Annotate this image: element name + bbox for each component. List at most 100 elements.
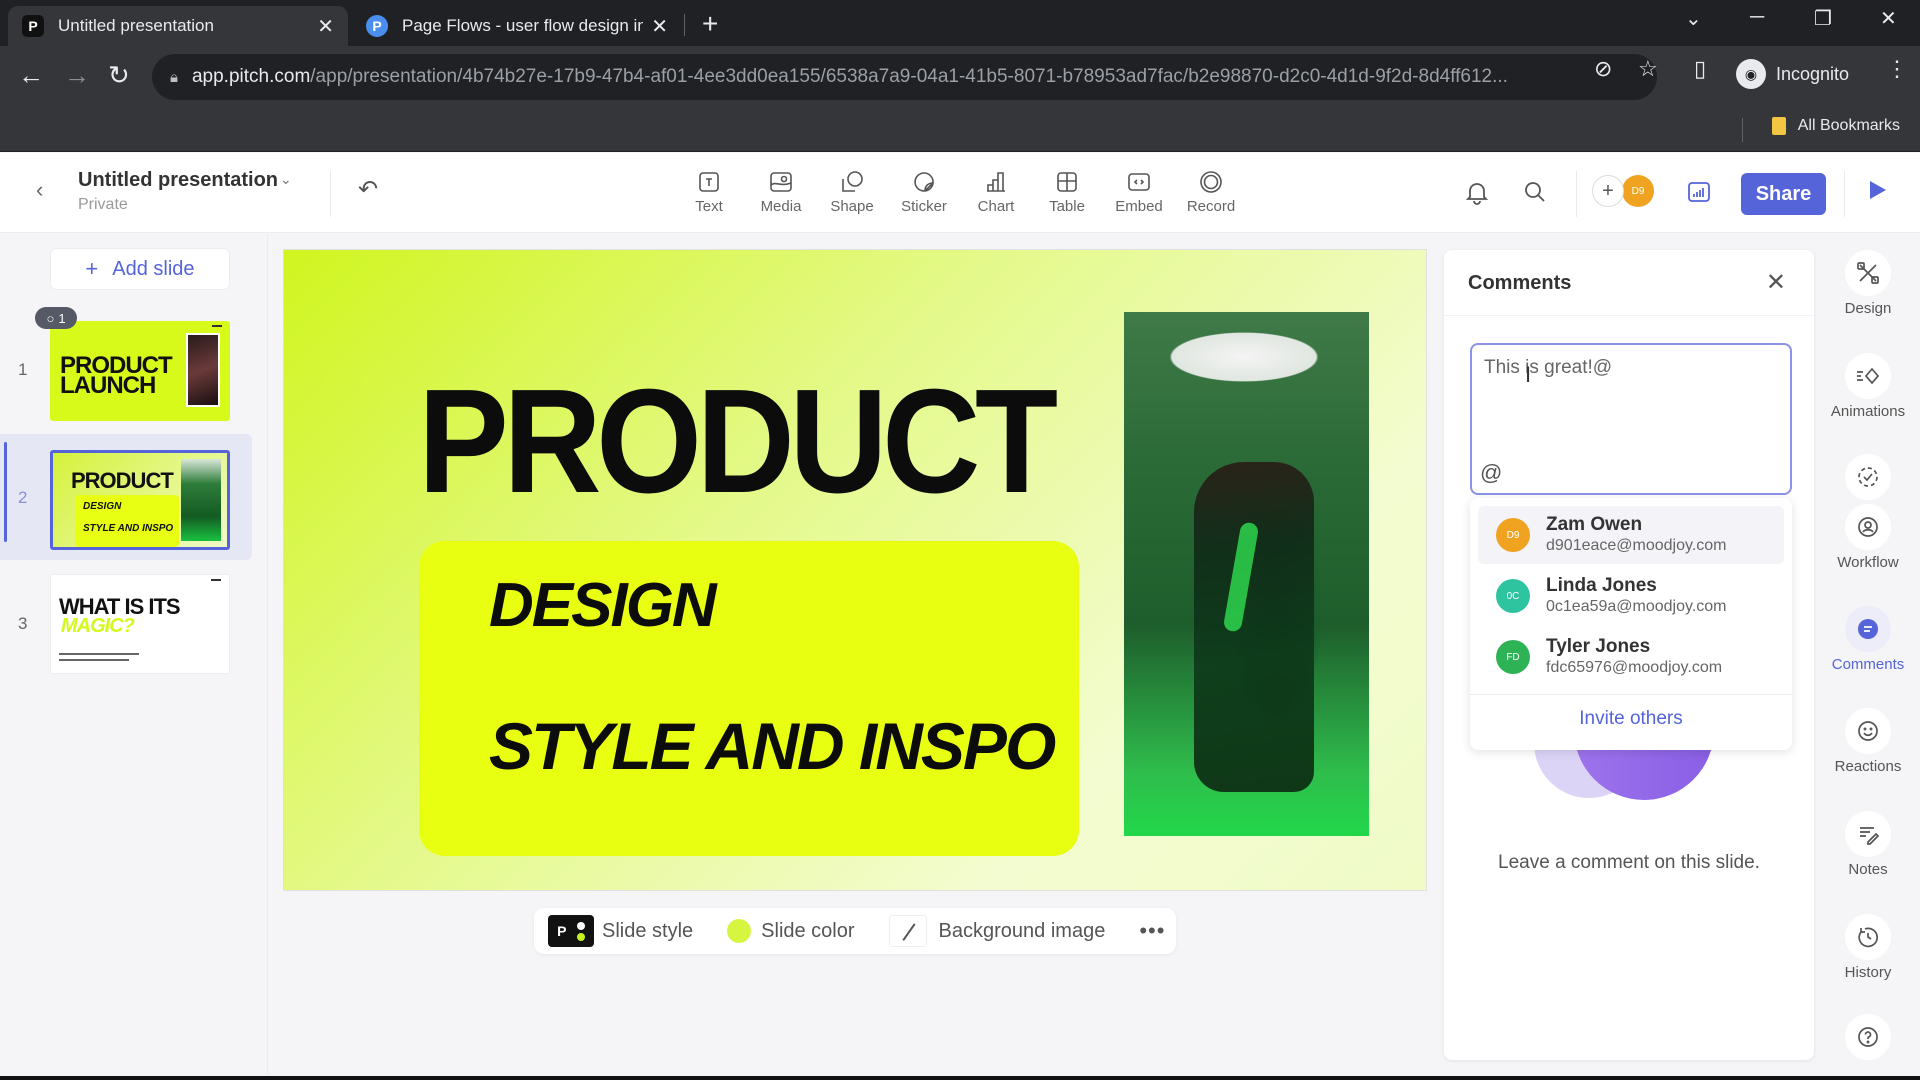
tab-search-chevron-icon[interactable]: ⌄ [1685, 6, 1702, 31]
side-panel-icon[interactable]: ▯ [1694, 56, 1706, 82]
text-tool-button[interactable]: Text [674, 169, 744, 215]
mention-option[interactable]: FD Tyler Jones fdc65976@moodjoy.com [1478, 628, 1784, 686]
close-tab-icon[interactable]: ✕ [651, 14, 668, 39]
right-rail: Design Animations Workflow Comments Reac… [1816, 234, 1920, 1080]
slide-text-design[interactable]: DESIGN [489, 570, 717, 641]
browser-tab-active[interactable]: P Untitled presentation ✕ [8, 6, 348, 46]
slide-style-label: Slide style [602, 919, 694, 942]
rail-design[interactable]: Design [1816, 250, 1920, 317]
rail-history[interactable]: History [1816, 914, 1920, 981]
url-field[interactable]: 🔒︎ app.pitch.com/app/presentation/4b74b2… [152, 54, 1657, 100]
rail-workflow[interactable]: Workflow [1816, 504, 1920, 571]
slide-comment-badge[interactable]: ○ 1 [35, 307, 77, 329]
toolbar-divider [1844, 171, 1845, 217]
help-button[interactable] [1816, 1014, 1920, 1064]
rail-label: Animations [1830, 403, 1906, 420]
table-tool-button[interactable]: Table [1032, 169, 1102, 215]
animations-icon [1857, 367, 1880, 385]
analytics-icon [1688, 182, 1710, 202]
tracking-protection-icon[interactable]: ⊘ [1594, 56, 1612, 82]
thumb-mark [212, 325, 222, 327]
slide-thumbnail-1[interactable]: PRODUCT LAUNCH [50, 321, 230, 421]
present-play-icon[interactable] [1870, 181, 1886, 199]
incognito-profile[interactable]: ◉ Incognito [1736, 54, 1849, 94]
slide-thumbnail-3[interactable]: WHAT IS ITS MAGIC? [50, 574, 230, 674]
search-icon [1525, 182, 1545, 202]
slide-style-button[interactable]: P Slide style [548, 915, 693, 947]
reload-icon[interactable]: ↻ [108, 60, 130, 91]
add-collaborator-button[interactable]: + [1592, 175, 1624, 207]
collaborator-avatar[interactable]: D9 [1622, 175, 1654, 207]
browser-menu-icon[interactable]: ⋮ [1886, 56, 1908, 82]
tool-label: Media [760, 198, 802, 215]
thumb-line: DESIGN [83, 501, 122, 512]
slide-canvas[interactable]: PRODUCT DESIGN STYLE AND INSPO [283, 249, 1427, 891]
search-button[interactable] [1522, 179, 1548, 210]
avatar: 0C [1496, 579, 1530, 613]
analytics-button[interactable] [1686, 179, 1712, 210]
mention-option[interactable]: 0C Linda Jones 0c1ea59a@moodjoy.com [1478, 567, 1784, 625]
record-tool-button[interactable]: Record [1176, 169, 1246, 215]
undo-icon[interactable]: ↶ [358, 175, 378, 204]
tab-title: Page Flows - user flow design in [402, 16, 644, 35]
notifications-button[interactable] [1464, 179, 1490, 210]
rail-reactions[interactable]: Reactions [1816, 708, 1920, 775]
tool-label: Chart [977, 198, 1015, 215]
add-slide-button[interactable]: + Add slide [50, 248, 230, 290]
more-options-icon[interactable]: ••• [1139, 918, 1165, 944]
chevron-down-icon[interactable]: ⌄ [280, 171, 292, 188]
slide-text-style[interactable]: STYLE AND INSPO [489, 708, 1056, 784]
media-tool-button[interactable]: Media [746, 169, 816, 215]
invite-others-link[interactable]: Invite others [1470, 708, 1792, 730]
comments-panel: Comments ✕ @ D9 Zam Owen d901eace@moodjo… [1444, 250, 1814, 1060]
chart-tool-button[interactable]: Chart [961, 169, 1031, 215]
canvas-area: PRODUCT DESIGN STYLE AND INSPO P Slide s… [269, 234, 1439, 1080]
browser-tab[interactable]: P Page Flows - user flow design in ✕ [352, 6, 682, 46]
screen-bottom-edge [0, 1076, 1920, 1080]
share-button[interactable]: Share [1741, 173, 1826, 215]
restore-button[interactable]: ❐ [1814, 6, 1832, 31]
all-bookmarks-button[interactable]: All Bookmarks [1771, 117, 1900, 135]
bookmark-star-icon[interactable]: ☆ [1638, 56, 1658, 82]
tab-divider [684, 14, 685, 36]
mention-at-icon[interactable]: @ [1480, 460, 1502, 486]
tool-label: Shape [830, 198, 874, 215]
all-bookmarks-label: All Bookmarks [1797, 117, 1900, 134]
mention-email: d901eace@moodjoy.com [1546, 537, 1727, 555]
embed-icon [1128, 173, 1150, 191]
slide-thumbnail-2[interactable]: PRODUCT DESIGN STYLE AND INSPO [50, 450, 230, 550]
rail-animations[interactable]: Animations [1816, 353, 1920, 420]
chevron-left-icon[interactable]: ‹ [36, 177, 43, 203]
rail-notes[interactable]: Notes [1816, 811, 1920, 878]
comment-input[interactable] [1470, 343, 1792, 495]
rail-workflow-status[interactable] [1816, 454, 1920, 504]
thumb-photo [186, 333, 220, 407]
slide-photo[interactable] [1124, 312, 1369, 836]
slide-color-button[interactable]: Slide color [727, 919, 855, 943]
smiley-icon [1858, 721, 1878, 741]
slide-title[interactable]: PRODUCT [418, 368, 1058, 516]
tool-label: Sticker [901, 198, 947, 215]
notes-icon [1860, 827, 1880, 845]
background-image-button[interactable]: Background image [888, 915, 1105, 947]
close-icon[interactable]: ✕ [1766, 268, 1786, 297]
document-title[interactable]: Untitled presentation [78, 169, 278, 192]
tool-label: Embed [1115, 198, 1163, 215]
rail-comments[interactable]: Comments [1816, 606, 1920, 673]
mention-option[interactable]: D9 Zam Owen d901eace@moodjoy.com [1478, 506, 1784, 564]
sticker-tool-button[interactable]: Sticker [889, 169, 959, 215]
document-visibility: Private [78, 196, 128, 213]
new-tab-button[interactable]: + [702, 8, 718, 40]
shape-tool-button[interactable]: Shape [817, 169, 887, 215]
slide-toolbar: P Slide style Slide color Background ima… [534, 908, 1176, 954]
record-icon [1200, 171, 1222, 193]
minimize-button[interactable]: ─ [1750, 6, 1764, 29]
close-tab-icon[interactable]: ✕ [317, 14, 334, 39]
back-arrow-icon[interactable]: ← [18, 60, 44, 91]
forward-arrow-icon[interactable]: → [64, 60, 90, 91]
tab-title: Untitled presentation [58, 16, 214, 35]
url-text: app.pitch.com/app/presentation/4b74b27e-… [191, 66, 1508, 87]
thumb-subtitle: MAGIC? [61, 615, 135, 637]
embed-tool-button[interactable]: Embed [1104, 169, 1174, 215]
close-window-button[interactable]: ✕ [1880, 6, 1897, 31]
